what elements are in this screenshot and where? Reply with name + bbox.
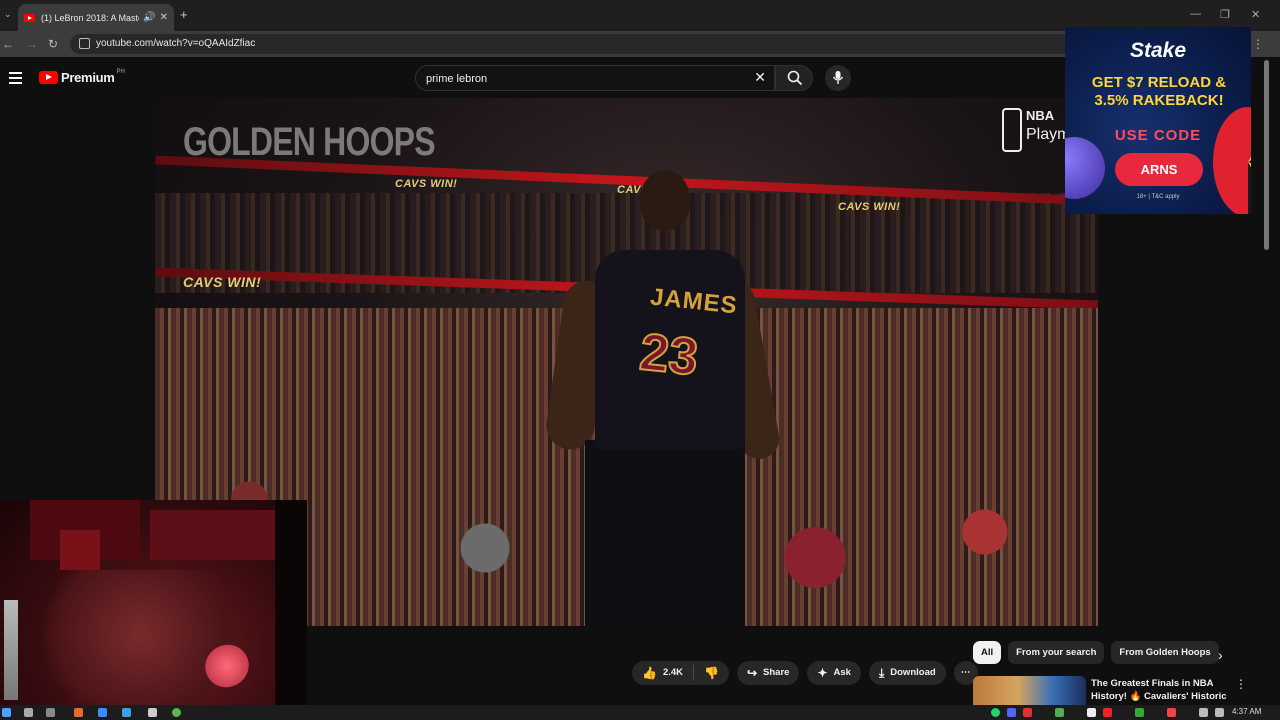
taskbar-app-icon[interactable] — [74, 708, 83, 717]
os-taskbar: 4:37 AM — [0, 705, 1280, 720]
related-filter-chips: All From your search From Golden Hoops — [973, 641, 1219, 664]
tray-icon[interactable] — [1103, 708, 1112, 717]
search-input[interactable] — [426, 70, 726, 88]
tray-icon[interactable] — [1023, 708, 1032, 717]
ribbon-text-4: CAVS WIN! — [183, 274, 262, 290]
youtube-play-icon — [39, 71, 58, 84]
share-button[interactable]: ↪ Share — [736, 661, 800, 685]
chip-from-your-search[interactable]: From your search — [1008, 641, 1105, 664]
whatsapp-tray-icon[interactable] — [991, 708, 1000, 717]
stake-ad-banner[interactable]: Stake GET $7 RELOAD & 3.5% RAKEBACK! USE… — [1065, 27, 1251, 214]
youtube-premium-logo[interactable]: Premium PH — [39, 68, 125, 85]
chevron-right-icon[interactable]: › — [1218, 647, 1223, 663]
logo-text: Premium — [61, 70, 115, 85]
download-label: Download — [890, 667, 936, 678]
download-button[interactable]: ⤓ Download — [868, 661, 946, 685]
chip-from-channel[interactable]: From Golden Hoops — [1111, 641, 1219, 664]
player-figure: JAMES 23 — [543, 170, 783, 626]
tab-close-icon[interactable]: ✕ — [160, 12, 168, 23]
hamburger-menu-icon[interactable] — [9, 72, 22, 87]
thumbs-down-icon: 👎 — [704, 666, 719, 680]
jersey-number: 23 — [636, 322, 702, 388]
chip-all[interactable]: All — [973, 641, 1002, 664]
search-button[interactable] — [775, 65, 813, 91]
nba-watermark-line1: NBA — [1026, 108, 1055, 123]
tray-icon[interactable] — [1055, 708, 1064, 717]
ad-headline: GET $7 RELOAD & 3.5% RAKEBACK! — [1091, 74, 1227, 109]
new-tab-icon[interactable]: + — [180, 7, 188, 22]
ad-ball-graphic — [1065, 137, 1105, 199]
ribbon-text-3: CAVS WIN! — [838, 201, 901, 213]
download-icon: ⤓ — [878, 666, 885, 680]
ask-label: Ask — [833, 667, 851, 678]
share-label: Share — [763, 667, 790, 678]
webcam-overlay — [0, 500, 307, 713]
discord-tray-icon[interactable] — [1007, 708, 1016, 717]
window-close-icon[interactable]: ✕ — [1251, 8, 1260, 21]
voice-search-button[interactable] — [825, 65, 851, 91]
tab-list-icon[interactable]: ⌄ — [4, 9, 12, 20]
taskbar-app-icon[interactable] — [98, 708, 107, 717]
ribbon-text-1: CAVS WIN! — [395, 178, 458, 190]
like-button[interactable]: 👍 2.4K — [632, 661, 693, 685]
search-taskbar-icon[interactable] — [24, 708, 33, 717]
ad-use-code: USE CODE — [1114, 127, 1202, 144]
microphone-icon — [832, 71, 844, 84]
reload-icon[interactable]: ↻ — [48, 37, 58, 51]
like-dislike-group: 👍 2.4K 👎 — [632, 661, 729, 685]
ad-brand: Stake — [1129, 39, 1187, 62]
ad-code-button[interactable]: ARNS — [1115, 153, 1203, 186]
ad-legal: 18+ | T&C apply — [1136, 194, 1180, 200]
nba-logo-icon — [1002, 108, 1022, 152]
browser-tab[interactable]: (1) LeBron 2018: A Masterpi 🔊 ✕ — [18, 4, 174, 31]
tray-icon[interactable] — [1087, 708, 1096, 717]
audio-playing-icon[interactable]: 🔊 — [143, 12, 155, 23]
back-icon[interactable]: ← — [2, 37, 14, 51]
site-info-icon[interactable] — [79, 38, 90, 49]
lamp-graphic — [4, 600, 18, 700]
streamer-figure — [40, 570, 240, 713]
search-box[interactable]: ✕ — [415, 65, 775, 91]
forward-icon[interactable]: → — [26, 37, 38, 51]
clear-search-icon[interactable]: ✕ — [754, 69, 766, 86]
ask-button[interactable]: ✦ Ask — [807, 661, 861, 685]
wifi-icon[interactable] — [1199, 708, 1208, 717]
dislike-button[interactable]: 👎 — [694, 661, 729, 685]
channel-watermark: GOLDEN HOOPS — [183, 120, 436, 164]
more-horizontal-icon: ⋯ — [960, 667, 971, 678]
taskbar-app-icon[interactable] — [122, 708, 131, 717]
tab-title: (1) LeBron 2018: A Masterpi — [41, 12, 139, 23]
browser-taskbar-icon[interactable] — [172, 708, 181, 717]
share-icon: ↪ — [746, 666, 758, 680]
maximize-icon[interactable]: ❐ — [1220, 8, 1230, 21]
tray-icon[interactable] — [1167, 708, 1176, 717]
country-code: PH — [116, 68, 125, 75]
sparkle-icon: ✦ — [817, 666, 828, 680]
url-text: youtube.com/watch?v=oQAAIdZfiac — [96, 38, 256, 49]
minimize-icon[interactable]: — — [1190, 8, 1201, 20]
taskbar-app-icon[interactable] — [148, 708, 157, 717]
like-count: 2.4K — [662, 667, 684, 678]
task-view-icon[interactable] — [46, 708, 55, 717]
video-actions: 👍 2.4K 👎 ↪ Share ✦ Ask ⤓ Download ⋯ — [632, 661, 978, 685]
browser-menu-icon[interactable]: ⋮ — [1252, 37, 1264, 51]
start-icon[interactable] — [2, 708, 11, 717]
tray-icon[interactable] — [1135, 708, 1144, 717]
youtube-favicon-icon — [24, 13, 35, 22]
volume-icon[interactable] — [1215, 708, 1224, 717]
page-scrollbar[interactable] — [1264, 60, 1269, 250]
thumbs-up-icon: 👍 — [642, 666, 657, 680]
more-vertical-icon[interactable]: ⋮ — [1235, 677, 1247, 691]
search-icon — [787, 70, 803, 86]
taskbar-clock[interactable]: 4:37 AM — [1232, 707, 1261, 716]
